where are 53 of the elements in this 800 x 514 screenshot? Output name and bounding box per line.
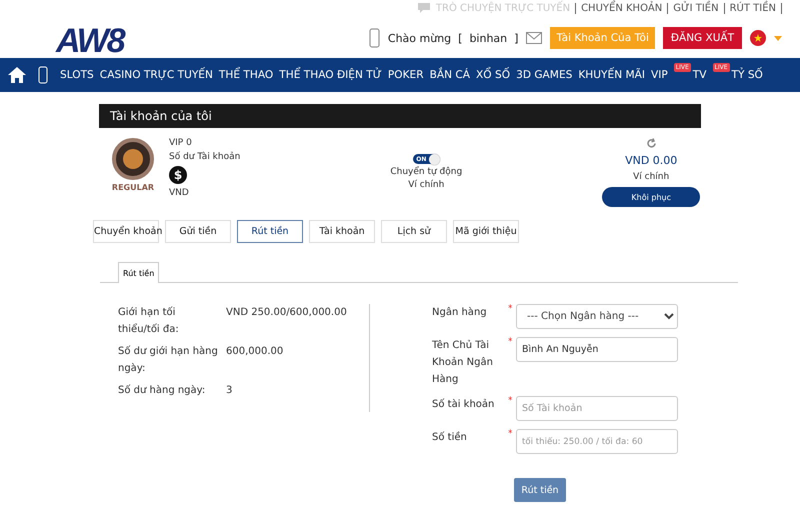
required-mark: *: [508, 396, 514, 406]
limit-label: Số dư giới hạn hàng ngày:: [118, 344, 219, 376]
nav-item[interactable]: POKER: [388, 69, 424, 81]
account-tab[interactable]: Lịch sử: [381, 220, 447, 243]
limit-value: 3: [226, 384, 234, 398]
limit-label: Số dư hàng ngày:: [118, 384, 206, 398]
nav-item[interactable]: CASINO TRỰC TUYẾN: [100, 69, 213, 81]
top-link[interactable]: CHUYỂN KHOẢN: [581, 2, 662, 14]
account-tab[interactable]: Gửi tiền: [165, 220, 231, 243]
required-mark: *: [508, 429, 514, 439]
currency-symbol: $: [169, 166, 187, 184]
limit-label: Giới hạn tối thiểu/tối đa:: [118, 306, 180, 337]
account-tab[interactable]: Rút tiền: [237, 220, 303, 243]
field-label: Ngân hàng: [432, 306, 488, 320]
nav-item[interactable]: TV: [692, 69, 706, 81]
wallet-label: Ví chính: [633, 172, 670, 182]
account-tab[interactable]: Tài khoản: [309, 220, 375, 243]
nav-item[interactable]: 3D GAMES: [516, 69, 572, 81]
auto-transfer-label: Chuyển tự động: [390, 167, 462, 177]
nav-item[interactable]: BẮN CÁ: [430, 69, 470, 81]
limit-value: VND 250.00/600,000.00: [226, 306, 348, 320]
nav-item[interactable]: SLOTS: [60, 69, 94, 81]
withdraw-button[interactable]: Rút tiền: [514, 478, 566, 502]
tier-label: REGULAR: [112, 183, 154, 192]
wallet-amount: VND 0.00: [625, 154, 678, 167]
top-link[interactable]: RÚT TIỀN: [730, 2, 776, 14]
account-tab[interactable]: Mã giới thiệu: [453, 220, 519, 243]
top-link[interactable]: GỬI TIỀN: [673, 2, 719, 14]
nav-item[interactable]: VIP: [651, 69, 668, 81]
bank-select[interactable]: --- Chọn Ngân hàng ---: [516, 304, 678, 329]
field-label: Số tiền: [432, 430, 468, 445]
input-field[interactable]: Số Tài khoản: [516, 396, 678, 421]
input-field[interactable]: Bình An Nguyễn: [516, 337, 678, 362]
required-mark: *: [508, 304, 514, 314]
nav-item[interactable]: KHUYẾN MÃI: [578, 69, 645, 81]
wallet-name: Ví chính: [408, 180, 444, 190]
limit-value: 600,000.00: [226, 345, 284, 359]
restore-button[interactable]: Khôi phục: [602, 187, 700, 207]
field-label: Số tài khoản: [432, 398, 496, 412]
withdraw-subtab[interactable]: Rút tiền: [118, 262, 160, 283]
field-label: Tên Chủ Tài Khoản Ngân Hàng: [432, 338, 494, 387]
nav-item[interactable]: THỂ THAO ĐIỆN TỬ: [279, 69, 382, 81]
required-mark: *: [508, 337, 514, 347]
page-title: Tài khoản của tôi: [99, 104, 701, 128]
nav-item[interactable]: THỂ THAO: [218, 69, 274, 81]
logout-button[interactable]: ĐĂNG XUẤT: [662, 27, 742, 49]
balance-label: Số dư Tài khoản: [169, 152, 240, 162]
nav-item[interactable]: TỶ SỐ: [732, 69, 763, 81]
nav-item[interactable]: XỔ SỐ: [476, 69, 510, 81]
greeting: Chào mừng [ binhan ]: [388, 32, 518, 44]
vip-level: VIP 0: [169, 138, 192, 148]
logo: AW8: [56, 24, 124, 58]
currency-label: VND: [169, 188, 189, 198]
